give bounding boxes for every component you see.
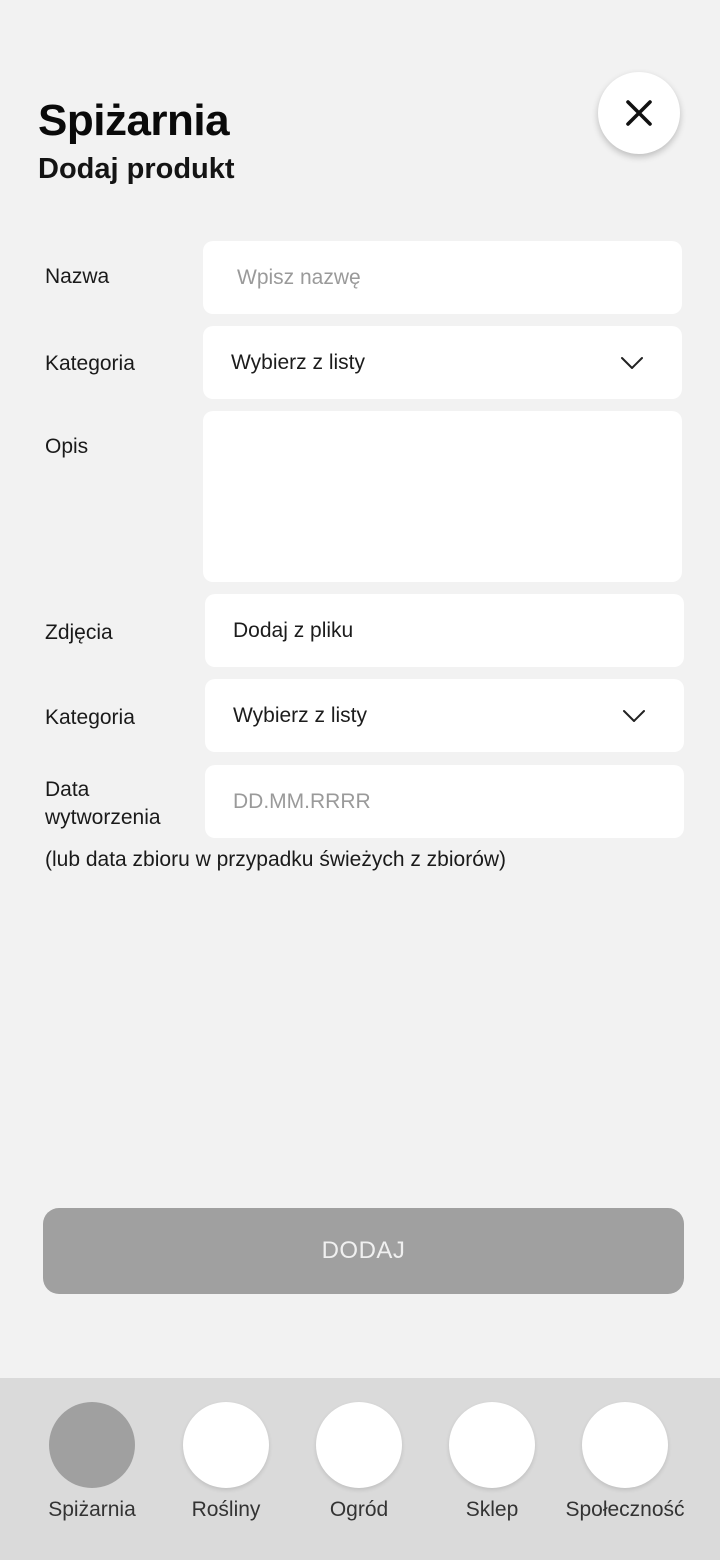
nav-label: Spiżarnia [48,1498,136,1521]
nav-item-spizarnia[interactable]: Spiżarnia [22,1402,162,1522]
page-title: Spiżarnia [38,96,230,145]
date-label-line2: wytworzenia [45,806,161,829]
photos-label: Zdjęcia [45,621,113,644]
date-input[interactable]: DD.MM.RRRR [205,765,684,838]
nav-label: Społeczność [565,1498,685,1521]
nav-icon [49,1402,135,1488]
category-select-2[interactable]: Wybierz z listy [205,679,684,752]
description-textarea[interactable] [203,411,682,582]
nav-item-spolecznosc[interactable]: Społeczność [555,1402,695,1522]
bottom-nav: Spiżarnia Rośliny Ogród Sklep Społecznoś… [0,1378,720,1560]
nav-icon [449,1402,535,1488]
nav-label: Sklep [465,1498,519,1521]
category-label: Kategoria [45,352,135,375]
nav-label: Rośliny [191,1498,261,1521]
date-label: Data wytworzenia [45,776,161,832]
nav-item-ogrod[interactable]: Ogród [289,1402,429,1522]
nav-icon [316,1402,402,1488]
name-label: Nazwa [45,265,110,288]
chevron-down-icon [621,356,643,369]
name-input[interactable]: Wpisz nazwę [203,241,682,314]
nav-item-sklep[interactable]: Sklep [422,1402,562,1522]
nav-icon [582,1402,668,1488]
add-button[interactable]: DODAJ [43,1208,684,1294]
category-select[interactable]: Wybierz z listy [203,326,682,399]
close-button[interactable] [598,72,680,154]
add-from-file-button[interactable]: Dodaj z pliku [205,594,684,667]
chevron-down-icon [623,709,645,722]
date-label-line1: Data [45,778,90,801]
nav-item-rosliny[interactable]: Rośliny [156,1402,296,1522]
category-select-value: Wybierz z listy [231,350,365,374]
close-icon [626,100,652,126]
description-label: Opis [45,435,89,458]
category-label-2: Kategoria [45,706,135,729]
category-select-2-value: Wybierz z listy [233,703,367,727]
page-subtitle: Dodaj produkt [38,153,235,185]
date-hint: (lub data zbioru w przypadku świeżych z … [45,848,507,871]
nav-icon [183,1402,269,1488]
nav-label: Ogród [329,1498,389,1521]
